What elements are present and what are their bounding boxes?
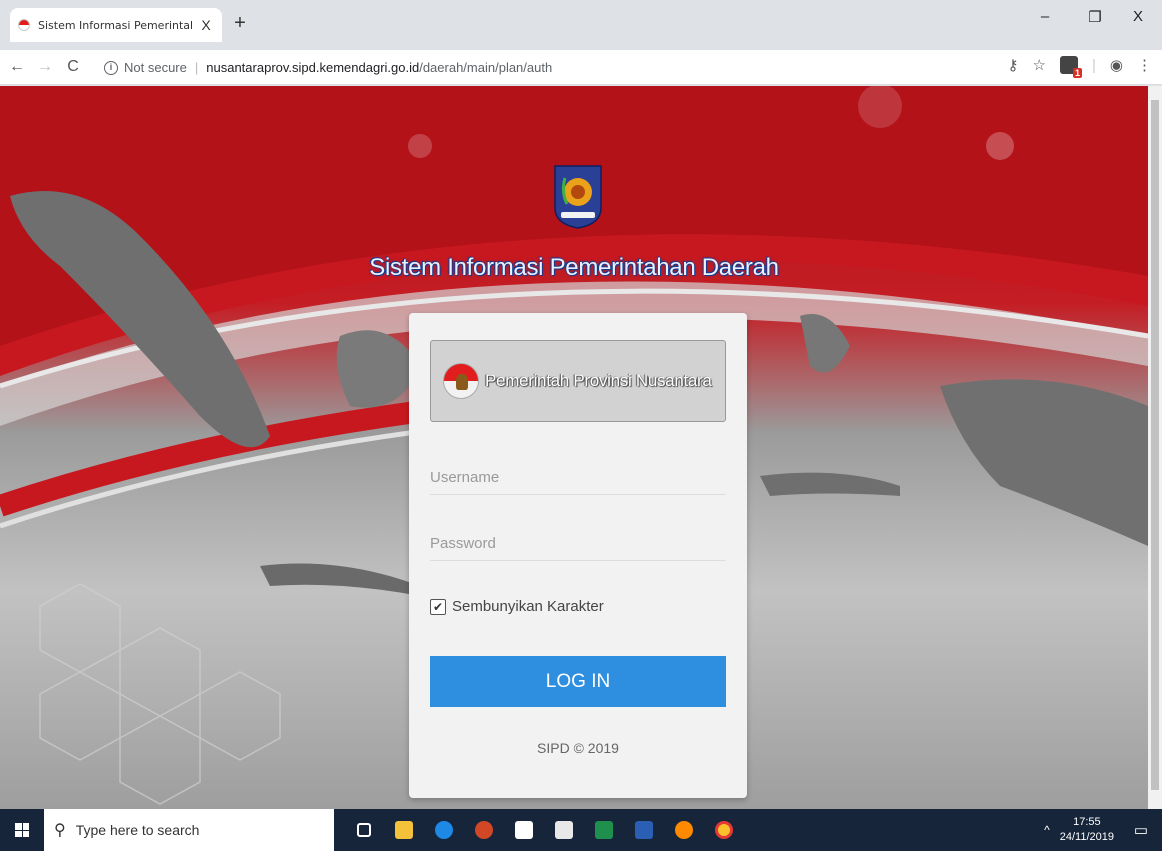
browser-toolbar: ← → C i Not secure | nusantaraprov.sipd.…	[0, 50, 1162, 85]
restore-button[interactable]: ❐	[1075, 8, 1115, 26]
url-path: /daerah/main/plan/auth	[419, 60, 553, 75]
new-tab-button[interactable]: +	[228, 12, 252, 35]
back-icon[interactable]: ←	[6, 58, 28, 76]
hide-characters-row[interactable]: ✔ Sembunyikan Karakter	[430, 598, 604, 615]
tab-title: Sistem Informasi Pemerintahan D	[38, 18, 192, 32]
page-viewport: Sistem Informasi Pemerintahan Daerah Pem…	[0, 86, 1148, 809]
firefox-icon[interactable]	[664, 809, 704, 851]
browser-tab[interactable]: Sistem Informasi Pemerintahan D X	[10, 8, 222, 42]
login-card: Pemerintah Provinsi Nusantara ✔ Sembunyi…	[409, 313, 747, 798]
powerpoint-icon[interactable]	[464, 809, 504, 851]
excel-icon[interactable]	[584, 809, 624, 851]
extension-badge: 1	[1072, 68, 1082, 78]
username-input[interactable]	[430, 461, 726, 495]
profile-icon[interactable]: ◉	[1110, 56, 1123, 74]
toolbar-divider: |	[1092, 56, 1096, 74]
taskbar-clock[interactable]: 17:55 24/11/2019	[1060, 815, 1114, 845]
page-title: Sistem Informasi Pemerintahan Daerah	[369, 254, 779, 281]
address-bar[interactable]: i Not secure | nusantaraprov.sipd.kemend…	[104, 54, 974, 81]
password-input[interactable]	[430, 527, 726, 561]
taskbar-search-placeholder: Type here to search	[75, 822, 200, 838]
security-label: Not secure	[124, 60, 187, 75]
garuda-logo-icon	[443, 363, 479, 399]
menu-icon[interactable]: ⋮	[1137, 56, 1152, 74]
forward-icon[interactable]: →	[34, 58, 56, 76]
url-host: nusantaraprov.sipd.kemendagri.go.id	[206, 60, 420, 75]
toolbar-actions: ⚷ ☆ 1 | ◉ ⋮	[1008, 56, 1152, 78]
copyright-text: SIPD © 2019	[537, 740, 619, 756]
site-favicon-icon	[18, 19, 30, 31]
word-icon[interactable]	[624, 809, 664, 851]
start-button[interactable]	[0, 809, 44, 851]
extension-icon[interactable]: 1	[1060, 56, 1082, 78]
info-icon[interactable]: i	[104, 60, 118, 75]
notification-icon[interactable]: ▭	[1126, 821, 1156, 839]
key-icon[interactable]: ⚷	[1008, 56, 1019, 74]
scrollbar-thumb[interactable]	[1151, 100, 1159, 790]
windows-taskbar: ⚲ Type here to search ^ 17:55 24/11/2019…	[0, 809, 1162, 851]
file-explorer-icon[interactable]	[384, 809, 424, 851]
taskbar-apps	[344, 809, 744, 851]
address-separator: |	[194, 60, 199, 75]
star-icon[interactable]: ☆	[1033, 56, 1046, 74]
system-tray: ^ 17:55 24/11/2019 ▭	[1044, 809, 1162, 851]
chrome-icon[interactable]	[704, 809, 744, 851]
province-name: Pemerintah Provinsi Nusantara	[485, 371, 712, 390]
kemendagri-emblem-icon	[554, 165, 602, 229]
windows-logo-icon	[15, 823, 29, 837]
search-icon: ⚲	[54, 822, 66, 839]
clock-time: 17:55	[1073, 816, 1101, 828]
page-scrollbar[interactable]	[1148, 86, 1162, 809]
browser-titlebar: Sistem Informasi Pemerintahan D X + – ❐ …	[0, 0, 1162, 50]
tab-close-icon[interactable]: X	[198, 17, 214, 33]
store-icon[interactable]	[504, 809, 544, 851]
task-view-icon[interactable]	[344, 809, 384, 851]
tray-chevron-icon[interactable]: ^	[1044, 823, 1050, 837]
reload-icon[interactable]: C	[62, 58, 84, 76]
taskbar-search-box[interactable]: ⚲ Type here to search	[44, 809, 334, 851]
mail-icon[interactable]	[544, 809, 584, 851]
hide-characters-label: Sembunyikan Karakter	[452, 598, 604, 615]
clock-date: 24/11/2019	[1059, 831, 1114, 843]
minimize-button[interactable]: –	[1025, 8, 1065, 25]
province-selector-button[interactable]: Pemerintah Provinsi Nusantara	[430, 340, 726, 422]
hide-characters-checkbox[interactable]: ✔	[430, 598, 446, 615]
close-window-button[interactable]: X	[1118, 8, 1158, 25]
login-button[interactable]: LOG IN	[430, 656, 726, 707]
edge-icon[interactable]	[424, 809, 464, 851]
